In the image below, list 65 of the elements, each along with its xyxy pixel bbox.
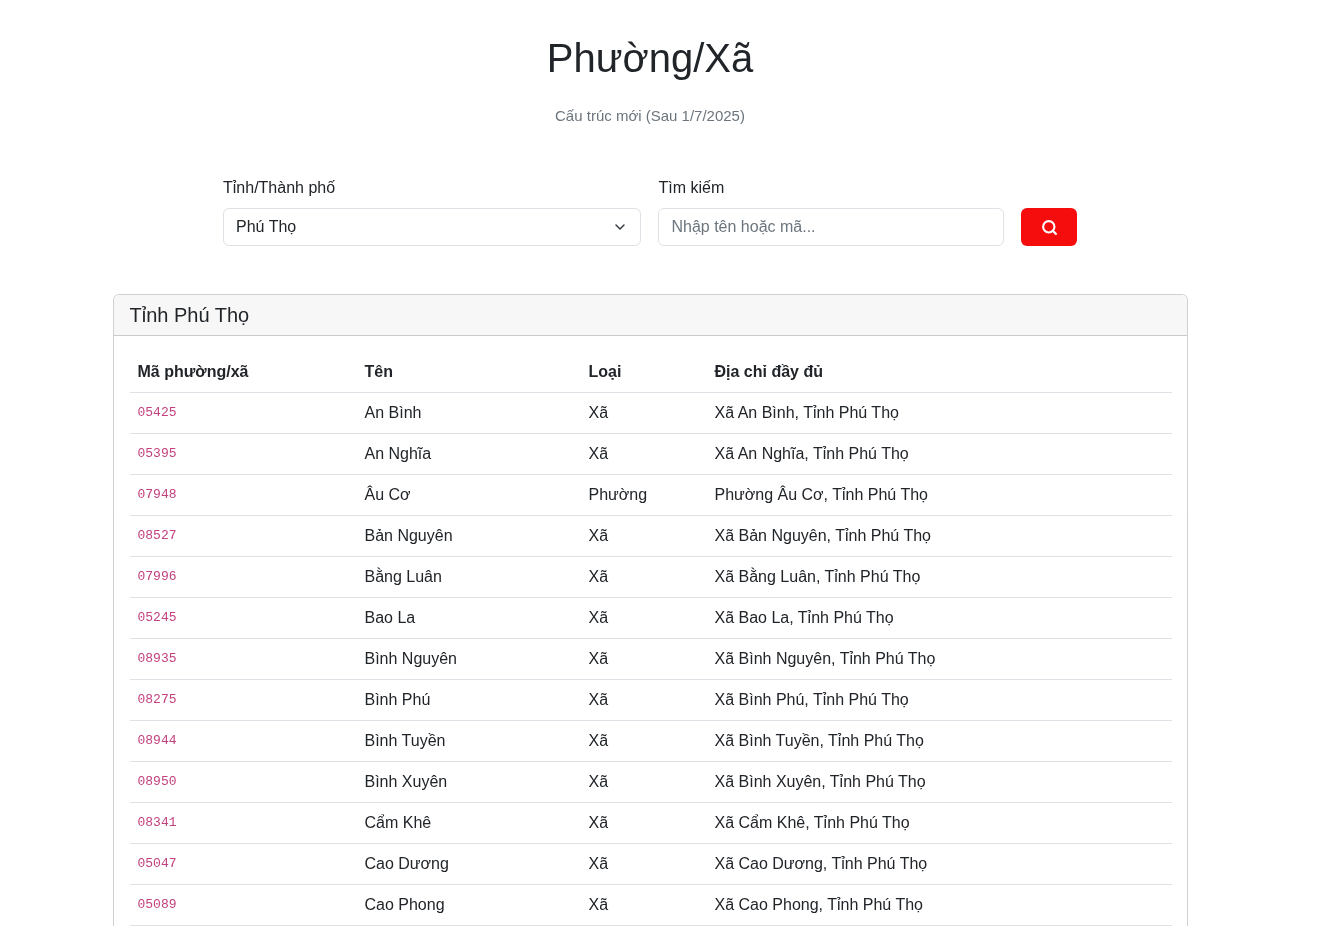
address-cell: Xã Bao La, Tỉnh Phú Thọ — [706, 597, 1172, 639]
type-cell: Xã — [580, 638, 707, 680]
column-header: Tên — [356, 352, 581, 393]
search-button[interactable] — [1021, 208, 1077, 246]
type-cell: Phường — [580, 474, 707, 516]
name-cell: Bản Nguyên — [356, 515, 581, 557]
address-cell: Xã Bình Phú, Tỉnh Phú Thọ — [706, 679, 1172, 721]
name-cell: Bao La — [356, 597, 581, 639]
code-cell: 08944 — [129, 720, 357, 762]
type-cell: Xã — [580, 392, 707, 434]
name-cell: Bình Phú — [356, 679, 581, 721]
code-cell: 08275 — [129, 679, 357, 721]
code-cell: 05047 — [129, 843, 357, 885]
address-cell: Xã Bản Nguyên, Tỉnh Phú Thọ — [706, 515, 1172, 557]
code-cell: 05089 — [129, 884, 357, 926]
type-cell: Xã — [580, 843, 707, 885]
type-cell: Xã — [580, 597, 707, 639]
address-cell: Xã An Bình, Tỉnh Phú Thọ — [706, 392, 1172, 434]
name-cell: An Nghĩa — [356, 433, 581, 475]
search-icon — [1040, 218, 1058, 236]
address-cell: Xã Bình Nguyên, Tỉnh Phú Thọ — [706, 638, 1172, 680]
code-cell: 08527 — [129, 515, 357, 557]
address-cell: Xã Bình Tuyền, Tỉnh Phú Thọ — [706, 720, 1172, 762]
code-cell: 05425 — [129, 392, 357, 434]
type-cell: Xã — [580, 515, 707, 557]
type-cell: Xã — [580, 679, 707, 721]
type-cell: Xã — [580, 761, 707, 803]
name-cell: An Bình — [356, 392, 581, 434]
address-cell: Phường Âu Cơ, Tỉnh Phú Thọ — [706, 474, 1172, 516]
address-cell: Xã Cao Dương, Tỉnh Phú Thọ — [706, 843, 1172, 885]
column-header: Loại — [580, 352, 707, 393]
field-label: Tìm kiếm — [658, 178, 725, 198]
name-cell: Bằng Luân — [356, 556, 581, 598]
page-subtitle: Cấu trúc mới (Sau 1/7/2025) — [555, 106, 745, 126]
type-cell: Xã — [580, 884, 707, 926]
code-cell: 05395 — [129, 433, 357, 475]
page-title: Phường/Xã — [546, 35, 754, 82]
address-cell: Xã Bằng Luân, Tỉnh Phú Thọ — [706, 556, 1172, 598]
name-cell: Cẩm Khê — [356, 802, 581, 844]
type-cell: Xã — [580, 556, 707, 598]
address-cell: Xã Cao Phong, Tỉnh Phú Thọ — [706, 884, 1172, 926]
code-cell: 07996 — [129, 556, 357, 598]
province-select[interactable]: Phú Thọ — [223, 208, 642, 246]
name-cell: Cao Dương — [356, 843, 581, 885]
search-field[interactable]: Nhập tên hoặc mã... — [658, 208, 1005, 246]
type-cell: Xã — [580, 433, 707, 475]
code-cell: 08935 — [129, 638, 357, 680]
name-cell: Bình Tuyền — [356, 720, 581, 762]
name-cell: Bình Nguyên — [356, 638, 581, 680]
code-cell: 07948 — [129, 474, 357, 516]
card-title: Tỉnh Phú Thọ — [129, 303, 250, 327]
name-cell: Cao Phong — [356, 884, 581, 926]
address-cell: Xã Bình Xuyên, Tỉnh Phú Thọ — [706, 761, 1172, 803]
name-cell: Âu Cơ — [356, 474, 581, 516]
type-cell: Xã — [580, 720, 707, 762]
name-cell: Bình Xuyên — [356, 761, 581, 803]
column-header: Địa chỉ đầy đủ — [706, 352, 1172, 393]
code-cell: 05245 — [129, 597, 357, 639]
address-cell: Xã Cẩm Khê, Tỉnh Phú Thọ — [706, 802, 1172, 844]
address-cell: Xã An Nghĩa, Tỉnh Phú Thọ — [706, 433, 1172, 475]
column-header: Mã phường/xã — [129, 352, 357, 393]
field-label: Tỉnh/Thành phố — [223, 178, 336, 198]
code-cell: 08341 — [129, 802, 357, 844]
code-cell: 08950 — [129, 761, 357, 803]
type-cell: Xã — [580, 802, 707, 844]
